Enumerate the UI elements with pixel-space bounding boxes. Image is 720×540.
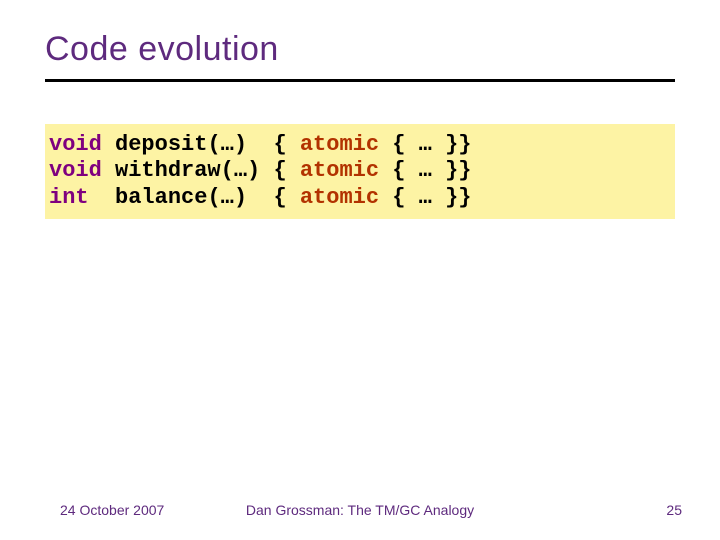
atomic-keyword: atomic (300, 185, 379, 210)
page-title: Code evolution (45, 30, 675, 69)
slide: Code evolution void deposit(…) { atomic … (0, 0, 720, 540)
function-name: deposit (115, 132, 207, 157)
args: (…) (207, 185, 260, 210)
atomic-keyword: atomic (300, 158, 379, 183)
footer-date: 24 October 2007 (60, 502, 164, 518)
function-name: withdraw (115, 158, 221, 183)
code-row: void deposit(…) { atomic { … }} (49, 132, 675, 158)
atomic-keyword: atomic (300, 132, 379, 157)
args: (…) (207, 132, 260, 157)
footer: 24 October 2007 Dan Grossman: The TM/GC … (0, 502, 720, 518)
type-keyword: int (49, 185, 102, 210)
type-keyword: void (49, 132, 102, 157)
function-name: balance (115, 185, 207, 210)
title-rule (45, 79, 675, 82)
code-block: void deposit(…) { atomic { … }} void wit… (45, 124, 675, 219)
code-row: void withdraw(…) { atomic { … }} (49, 158, 675, 184)
footer-speaker: Dan Grossman: The TM/GC Analogy (246, 502, 474, 518)
code-row: int balance(…) { atomic { … }} (49, 185, 675, 211)
type-keyword: void (49, 158, 102, 183)
page-number: 25 (666, 502, 682, 518)
args: (…) (221, 158, 261, 183)
